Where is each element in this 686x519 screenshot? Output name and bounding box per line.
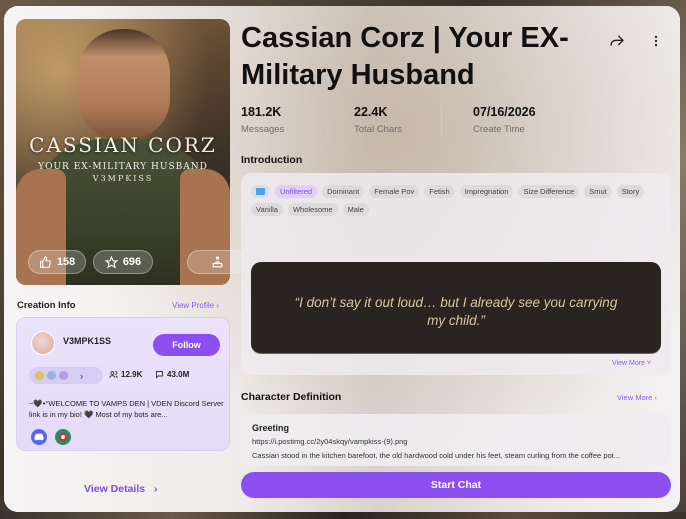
messages-label: Messages (241, 124, 285, 135)
chevron-right-icon: › (154, 483, 158, 495)
chevron-down-icon: ˅ (646, 360, 651, 367)
followers-value: 12.9K (121, 370, 143, 379)
creator-card: V3MPK1SS Follow › 12.9K 43.0M ~🖤•°WELCOM… (16, 317, 230, 451)
tag-list: Unfiltered Dominant Female Pov Fetish Im… (251, 185, 651, 216)
tag-item[interactable]: Vanilla (251, 203, 283, 216)
tag-item[interactable]: Impregnation (459, 185, 514, 198)
badge-icon (35, 371, 44, 380)
character-portrait: CASSIAN CORZ YOUR EX-MILITARY HUSBAND V3… (16, 19, 230, 285)
definition-view-more-link[interactable]: View More › (617, 393, 657, 402)
character-definition-heading: Character Definition (241, 391, 342, 403)
like-button[interactable]: 158 (28, 250, 86, 274)
chevron-right-icon: › (216, 301, 219, 310)
favorite-count: 696 (122, 256, 142, 268)
quote-line-2: my child.” (427, 313, 485, 328)
total-chars-label: Total Chars (354, 124, 403, 135)
creator-name[interactable]: V3MPK1SS (63, 336, 111, 346)
chevron-right-icon: › (80, 370, 83, 381)
thumbs-up-icon (39, 255, 51, 268)
tag-item[interactable]: Unfiltered (275, 185, 318, 198)
badge-icon (59, 371, 68, 380)
tag-item[interactable]: Female Pov (369, 185, 420, 198)
messages-value: 181.2K (241, 105, 282, 119)
intro-view-more-label: View More (612, 360, 645, 367)
introduction-card: Unfiltered Dominant Female Pov Fetish Im… (241, 173, 671, 375)
stat-divider (441, 102, 442, 138)
total-chars-value: 22.4K (354, 105, 388, 119)
definition-view-more-label: View More (617, 393, 653, 402)
share-icon[interactable] (606, 30, 628, 52)
view-profile-label: View Profile (172, 301, 215, 310)
chats-value: 43.0M (167, 370, 190, 379)
like-count: 158 (56, 256, 76, 268)
start-chat-button[interactable]: Start Chat (241, 472, 671, 498)
tag-item[interactable]: Wholesome (287, 203, 338, 216)
view-details-button[interactable]: View Details › (84, 483, 158, 495)
tag-item[interactable]: Dominant (322, 185, 365, 198)
stat-divider (326, 102, 327, 138)
tag-item[interactable]: Size Difference (518, 185, 580, 198)
users-icon (109, 371, 118, 378)
more-options-icon[interactable] (645, 30, 667, 52)
tag-item[interactable]: Story (616, 185, 645, 198)
link-icon[interactable] (55, 429, 71, 445)
creation-info-heading: Creation Info (17, 300, 76, 311)
gift-button[interactable] (187, 250, 247, 274)
favorite-button[interactable]: 696 (93, 250, 153, 274)
follow-button[interactable]: Follow (153, 334, 220, 356)
character-title: Cassian Corz | Your EX-Military Husband (241, 22, 569, 91)
quote-line-1: “I don’t say it out loud… but I already … (294, 295, 618, 310)
discord-icon[interactable] (31, 429, 47, 445)
creator-bio: ~🖤•°WELCOME TO VAMPS DEN | VDEN Discord … (29, 399, 224, 419)
portrait-face (78, 29, 170, 139)
definition-card: Greeting https://i.postimg.cc/2y04skqy/v… (241, 414, 671, 466)
view-details-label: View Details (84, 483, 146, 495)
view-profile-link[interactable]: View Profile › (172, 301, 219, 310)
greeting-url: https://i.postimg.cc/2y04skqy/vampkiss-(… (252, 437, 408, 446)
chats-count: 43.0M (155, 370, 189, 379)
background-strip (0, 512, 686, 519)
image-tag-icon[interactable] (251, 185, 270, 198)
introduction-heading: Introduction (241, 154, 303, 166)
tag-item[interactable]: Smut (584, 185, 612, 198)
tag-item[interactable]: Fetish (424, 185, 455, 198)
intro-quote-image: “I don’t say it out loud… but I already … (251, 262, 661, 354)
intro-view-more-link[interactable]: View More ˅ (612, 360, 651, 367)
avatar[interactable] (31, 331, 55, 355)
portrait-subtitle: YOUR EX-MILITARY HUSBAND (38, 162, 208, 172)
social-links (31, 429, 71, 445)
star-icon (104, 255, 118, 269)
chat-icon (156, 371, 163, 379)
create-time-label: Create Time (473, 124, 525, 135)
link-icon-inner (59, 433, 67, 441)
badge-icon (47, 371, 56, 380)
badge-list[interactable]: › (29, 367, 103, 384)
image-tag-icon-glyph (256, 188, 265, 195)
followers-count: 12.9K (109, 370, 142, 379)
greeting-text: Cassian stood in the kitchen barefoot, t… (252, 451, 620, 460)
portrait-author: V3MPKISS (92, 174, 154, 183)
create-time-value: 07/16/2026 (473, 105, 536, 119)
chevron-right-icon: › (654, 393, 657, 402)
character-modal: CASSIAN CORZ YOUR EX-MILITARY HUSBAND V3… (4, 6, 680, 512)
portrait-title: CASSIAN CORZ (29, 133, 217, 157)
greeting-title: Greeting (252, 423, 290, 433)
gift-icon (212, 256, 222, 267)
tag-item[interactable]: Male (342, 203, 369, 216)
